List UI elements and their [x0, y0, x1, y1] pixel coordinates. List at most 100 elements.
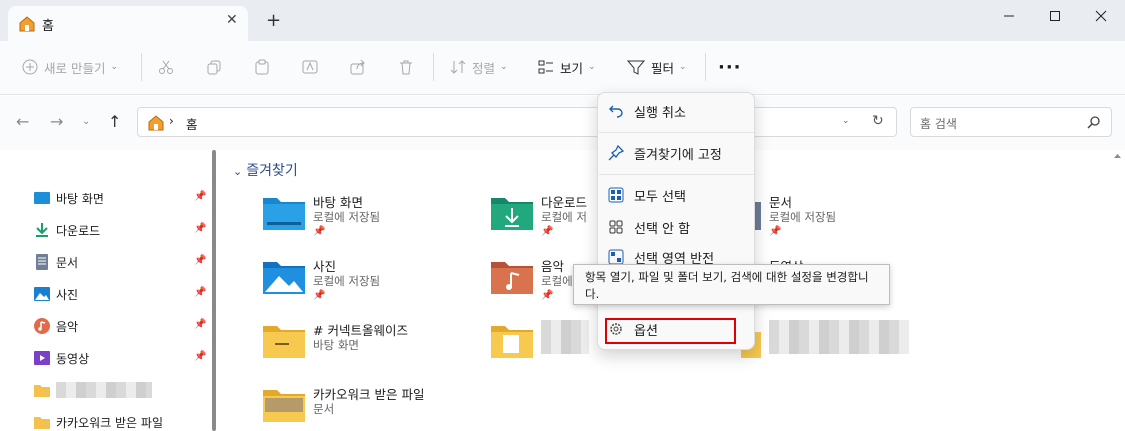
desktop-folder-icon	[263, 198, 305, 230]
home-icon	[19, 16, 35, 32]
breadcrumb-separator-icon: ›	[169, 114, 174, 128]
view-button-label: 보기	[560, 60, 584, 76]
home-icon	[148, 115, 164, 131]
sidebar-item-kakaowork[interactable]: 카카오워크 받은 파일	[34, 411, 210, 431]
filter-button[interactable]: 필터 ⌄	[627, 55, 687, 79]
breadcrumb[interactable]: 홈	[186, 114, 198, 133]
folder-icon	[491, 326, 533, 358]
clipboard-icon	[255, 59, 269, 75]
rename-icon	[302, 60, 318, 74]
content-scrollbar[interactable]	[1110, 150, 1125, 431]
copy-button[interactable]	[206, 55, 228, 79]
back-arrow-icon[interactable]: ←	[16, 112, 29, 131]
sidebar-item-label: 카카오워크 받은 파일	[56, 415, 163, 430]
forward-arrow-icon[interactable]: →	[50, 112, 63, 131]
download-icon	[34, 222, 50, 238]
close-button[interactable]	[1078, 0, 1124, 32]
tab-home[interactable]: 홈 ✕	[8, 6, 248, 41]
sidebar-scrollbar[interactable]	[212, 150, 216, 431]
search-placeholder: 홈 검색	[920, 117, 957, 131]
paste-button[interactable]	[254, 55, 276, 79]
address-dropdown-icon[interactable]: ⌄	[842, 116, 850, 126]
menu-divider	[599, 174, 755, 175]
minimize-icon	[1004, 15, 1014, 17]
menu-item-select-all[interactable]: 모두 선택	[608, 181, 748, 209]
rename-button[interactable]	[302, 55, 324, 79]
scissors-icon	[159, 60, 173, 74]
sidebar-item-folder[interactable]	[34, 379, 210, 401]
redacted-name	[769, 320, 909, 354]
sidebar-item-pictures[interactable]: 사진 📌	[34, 283, 210, 305]
sidebar-item-label: 다운로드	[56, 223, 101, 238]
up-arrow-icon[interactable]: ↑	[108, 112, 121, 131]
options-highlight-box	[605, 318, 736, 344]
toolbar-divider	[141, 53, 142, 81]
delete-button[interactable]	[398, 55, 420, 79]
trash-icon	[400, 60, 412, 75]
menu-divider	[599, 132, 755, 133]
recent-chevron-icon[interactable]: ⌄	[82, 116, 90, 127]
new-tab-button[interactable]: +	[266, 12, 281, 30]
sidebar-item-label: 바탕 화면	[56, 191, 104, 206]
chevron-down-icon: ⌄	[500, 62, 508, 72]
menu-item-label: 선택 안 함	[634, 221, 691, 237]
share-icon	[350, 59, 365, 75]
tile-kakaowork[interactable]: 카카오워크 받은 파일 문서	[263, 384, 493, 431]
scroll-up-icon	[1114, 154, 1121, 158]
sort-button[interactable]: 정렬 ⌄	[450, 55, 508, 79]
new-button[interactable]: 새로 만들기 ⌄	[22, 55, 118, 79]
pin-icon: 📌	[194, 255, 207, 266]
maximize-button[interactable]	[1032, 0, 1078, 32]
menu-item-label: 즐겨찾기에 고정	[634, 147, 722, 163]
refresh-icon[interactable]: ↻	[872, 113, 884, 129]
sidebar-item-desktop[interactable]: 바탕 화면 📌	[34, 187, 210, 209]
search-icon	[1087, 116, 1100, 129]
share-button[interactable]	[350, 55, 372, 79]
menu-item-undo[interactable]: 실행 취소	[608, 97, 748, 125]
tile-connect-always[interactable]: # 커넥트올웨이즈 바탕 화면	[263, 320, 493, 376]
menu-item-label: 실행 취소	[634, 105, 686, 121]
plus-circle-icon	[22, 59, 38, 75]
section-title: 즐겨찾기	[246, 163, 298, 179]
tile-desktop[interactable]: 바탕 화면 로컬에 저장됨 📌	[263, 192, 493, 248]
pin-icon: 📌	[313, 226, 326, 237]
pin-icon: 📌	[541, 290, 554, 301]
address-row: ← → ⌄ ↑ › 홈 ⌄ ↻ 홈 검색	[0, 96, 1125, 150]
cut-button[interactable]	[158, 55, 180, 79]
folder-icon	[34, 382, 50, 398]
sidebar-item-documents[interactable]: 문서 📌	[34, 251, 210, 273]
more-options-button[interactable]: ···	[718, 57, 742, 78]
music-icon	[34, 318, 50, 334]
search-input[interactable]: 홈 검색	[910, 107, 1112, 137]
document-icon	[34, 254, 50, 270]
desktop-icon	[34, 190, 50, 206]
sort-icon	[450, 60, 466, 74]
pin-icon: 📌	[194, 287, 207, 298]
sidebar-item-music[interactable]: 음악 📌	[34, 315, 210, 337]
redacted-folder-name	[56, 382, 152, 398]
address-bar[interactable]: › 홈 ⌄ ↻	[137, 107, 897, 137]
toolbar-divider	[705, 53, 706, 81]
tile-location: 문서	[313, 402, 335, 416]
tile-location: 로컬에 저장됨	[313, 210, 381, 224]
folder-icon	[34, 414, 50, 430]
sidebar-item-downloads[interactable]: 다운로드 📌	[34, 219, 210, 241]
pictures-folder-icon	[263, 262, 305, 294]
chevron-down-icon: ⌄	[588, 62, 596, 72]
menu-item-pin-to-favorites[interactable]: 즐겨찾기에 고정	[608, 139, 748, 167]
pin-icon	[608, 145, 624, 161]
sidebar-item-label: 동영상	[56, 351, 90, 366]
pin-icon: 📌	[541, 226, 554, 237]
select-all-icon	[608, 187, 624, 203]
minimize-button[interactable]	[986, 0, 1032, 32]
menu-item-select-none[interactable]: 선택 안 함	[608, 213, 748, 241]
chevron-down-icon: ⌄	[679, 62, 687, 72]
tab-close-button[interactable]: ✕	[226, 12, 238, 28]
tile-pictures[interactable]: 사진 로컬에 저장됨 📌	[263, 256, 493, 312]
pin-icon: 📌	[769, 226, 782, 237]
pin-icon: 📌	[194, 191, 207, 202]
sidebar-item-videos[interactable]: 동영상 📌	[34, 347, 210, 369]
section-header-favorites[interactable]: ⌄ 즐겨찾기	[233, 160, 298, 180]
filter-icon	[627, 60, 645, 75]
view-button[interactable]: 보기 ⌄	[538, 55, 596, 79]
